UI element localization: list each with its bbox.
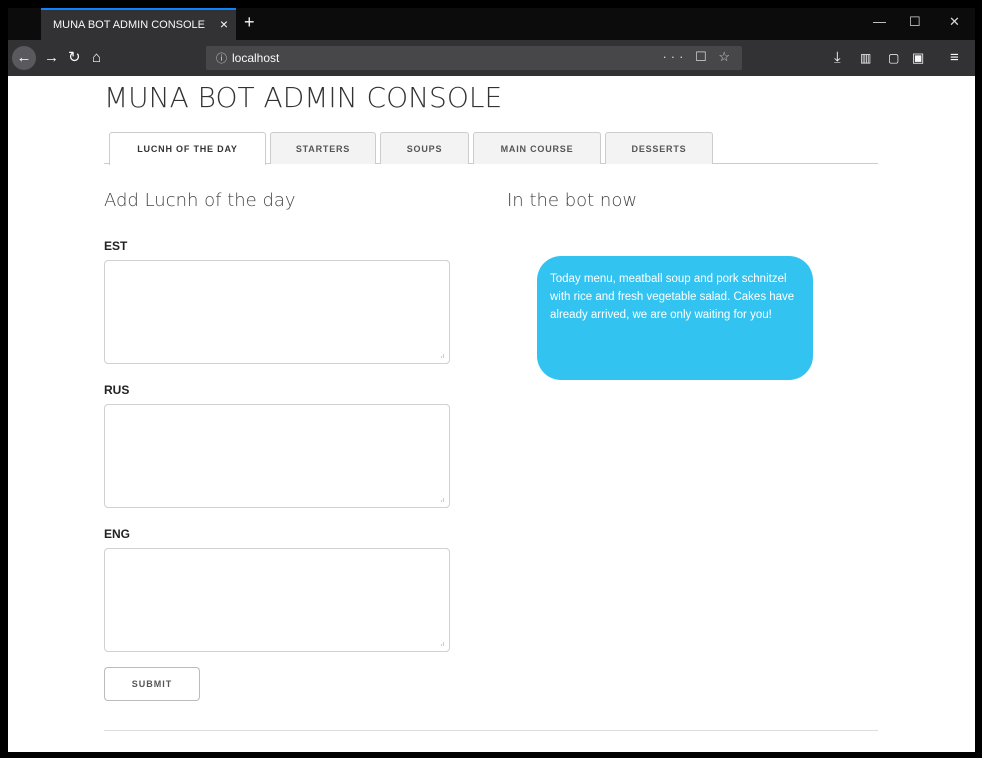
- rus-textarea[interactable]: ⠴: [104, 404, 450, 508]
- browser-tab-title: MUNA BOT ADMIN CONSOLE: [53, 19, 205, 31]
- footer-divider: [104, 730, 878, 731]
- close-tab-icon[interactable]: ×: [220, 16, 228, 32]
- tab-lunch-of-the-day[interactable]: LUCNH OF THE DAY: [109, 132, 266, 165]
- est-textarea[interactable]: ⠴: [104, 260, 450, 364]
- account-icon[interactable]: ▣: [912, 40, 924, 76]
- tab-starters[interactable]: STARTERS: [270, 132, 376, 164]
- eng-textarea[interactable]: ⠴: [104, 548, 450, 652]
- browser-tab-active[interactable]: MUNA BOT ADMIN CONSOLE ×: [41, 8, 236, 40]
- browser-tab-strip: MUNA BOT ADMIN CONSOLE × + — ☐ ✕: [8, 8, 975, 40]
- eng-label: ENG: [104, 527, 131, 541]
- resize-grip-icon[interactable]: ⠴: [440, 496, 445, 504]
- forward-icon[interactable]: →: [44, 40, 59, 76]
- preview-heading: In the bot now: [507, 190, 638, 211]
- category-tabs: LUCNH OF THE DAY STARTERS SOUPS MAIN COU…: [104, 132, 878, 165]
- est-label: EST: [104, 239, 128, 253]
- resize-grip-icon[interactable]: ⠴: [440, 352, 445, 360]
- url-bar[interactable]: ⓘ localhost ··· ☐ ☆: [206, 46, 742, 70]
- close-window-icon[interactable]: ✕: [949, 14, 960, 30]
- home-icon[interactable]: ⌂: [92, 40, 101, 76]
- tab-main-course[interactable]: MAIN COURSE: [473, 132, 601, 164]
- reload-icon[interactable]: ↻: [68, 40, 81, 76]
- resize-grip-icon[interactable]: ⠴: [440, 640, 445, 648]
- url-text[interactable]: localhost: [232, 51, 279, 65]
- download-icon[interactable]: ⤓: [834, 40, 841, 76]
- page-viewport: MUNA BOT ADMIN CONSOLE LUCNH OF THE DAY …: [8, 76, 975, 752]
- page-actions-icons[interactable]: ··· ☐ ☆: [662, 49, 734, 65]
- maximize-icon[interactable]: ☐: [909, 14, 921, 30]
- library-icon[interactable]: ▥: [860, 40, 871, 76]
- minimize-icon[interactable]: —: [873, 14, 886, 29]
- tab-soups[interactable]: SOUPS: [380, 132, 469, 164]
- sidebar-icon[interactable]: ▢: [888, 40, 899, 76]
- new-tab-icon[interactable]: +: [244, 12, 255, 33]
- info-icon[interactable]: ⓘ: [216, 50, 227, 66]
- tab-desserts[interactable]: DESSERTS: [605, 132, 713, 164]
- bot-message-bubble: Today menu, meatball soup and pork schni…: [537, 256, 813, 380]
- back-icon[interactable]: ←: [12, 46, 36, 70]
- menu-icon[interactable]: ≡: [950, 40, 959, 76]
- rus-label: RUS: [104, 383, 130, 397]
- submit-button[interactable]: SUBMIT: [104, 667, 200, 701]
- browser-toolbar: ← → ↻ ⌂ ⓘ localhost ··· ☐ ☆ ⤓ ▥ ▢ ▣ ≡: [8, 40, 975, 76]
- form-heading: Add Lucnh of the day: [104, 190, 296, 211]
- page-title: MUNA BOT ADMIN CONSOLE: [104, 81, 503, 114]
